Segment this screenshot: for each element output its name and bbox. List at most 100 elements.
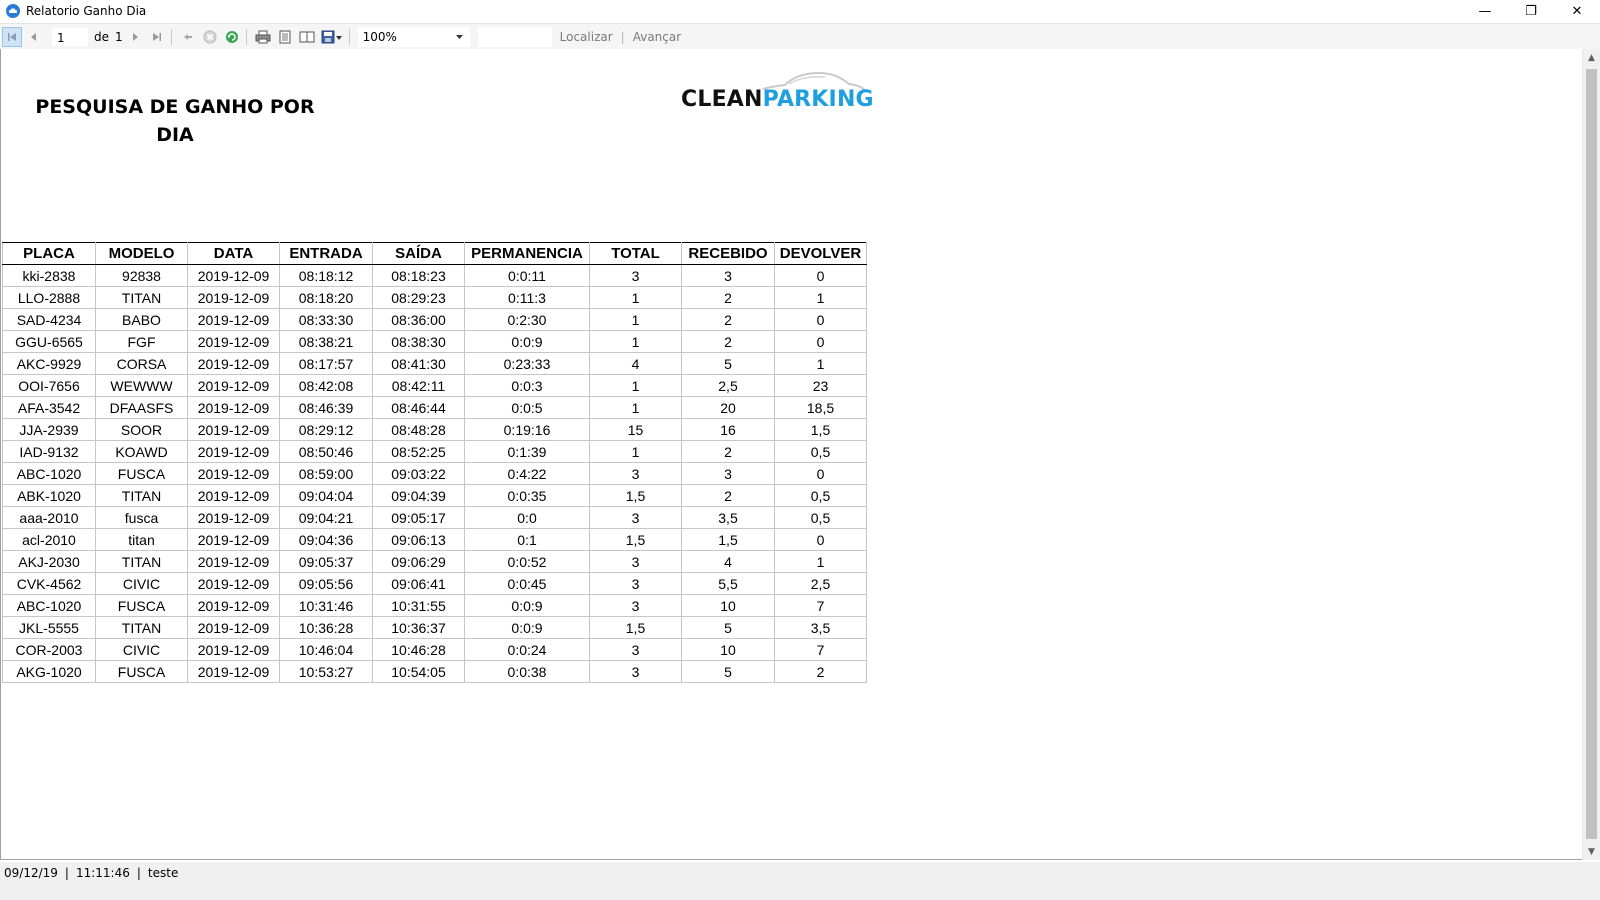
find-next-link[interactable]: Avançar: [633, 30, 681, 44]
link-separator: |: [620, 29, 625, 44]
cell-placa: AKC-9929: [2, 352, 96, 375]
cell-total: 3: [589, 660, 682, 683]
cell-saida: 10:54:05: [372, 660, 465, 683]
toolbar-separator: [170, 28, 172, 45]
cell-saida: 08:46:44: [372, 396, 465, 419]
logo-text-clean: CLEAN: [681, 87, 763, 112]
cell-data: 2019-12-09: [187, 374, 280, 397]
cell-placa: JJA-2939: [2, 418, 96, 441]
title-bar: Relatorio Ganho Dia — ❐ ✕: [0, 0, 1600, 22]
table-row: ABC-1020 FUSCA 2019-12-09 10:31:46 10:31:55 0…: [2, 594, 867, 617]
status-user: teste: [147, 866, 179, 880]
scrollbar-thumb[interactable]: [1586, 69, 1597, 839]
cell-total: 15: [589, 418, 682, 441]
page-number-input[interactable]: 1: [52, 27, 88, 46]
cell-placa: acl-2010: [2, 528, 96, 551]
cell-recebido: 2: [681, 484, 775, 507]
maximize-button[interactable]: ❐: [1508, 0, 1554, 22]
cell-modelo: TITAN: [95, 286, 188, 309]
cell-devolver: 0,5: [774, 506, 867, 529]
cell-data: 2019-12-09: [187, 638, 280, 661]
chevron-down-icon: [455, 34, 463, 39]
cell-entrada: 09:05:37: [279, 550, 373, 573]
cell-devolver: 1: [774, 352, 867, 375]
report-toolbar: 1 de 1 100% Localizar | Avançar: [0, 23, 1600, 50]
table-body: kki-2838 92838 2019-12-09 08:18:12 08:18:23 0…: [2, 264, 867, 683]
zoom-select[interactable]: 100%: [357, 26, 470, 47]
minimize-button[interactable]: —: [1462, 0, 1508, 22]
zoom-value: 100%: [362, 29, 397, 44]
cell-saida: 08:52:25: [372, 440, 465, 463]
clean-parking-logo: CLEANPARKING: [681, 67, 881, 127]
cell-permanencia: 0:1: [464, 528, 590, 551]
cell-total: 3: [589, 638, 682, 661]
cell-data: 2019-12-09: [187, 330, 280, 353]
column-header-data: DATA: [187, 242, 280, 265]
print-layout-icon: [279, 30, 291, 43]
cell-data: 2019-12-09: [187, 286, 280, 309]
refresh-button[interactable]: [222, 27, 242, 47]
cell-recebido: 5: [681, 616, 775, 639]
status-date: 09/12/19: [4, 866, 58, 880]
page-setup-button[interactable]: [297, 27, 317, 47]
table-row: AKG-1020 FUSCA 2019-12-09 10:53:27 10:54:05 0…: [2, 660, 867, 683]
stop-icon: [203, 30, 217, 43]
cell-entrada: 10:53:27: [279, 660, 373, 683]
table-row: GGU-6565 FGF 2019-12-09 08:38:21 08:38:30 0:0…: [2, 330, 867, 353]
stop-button[interactable]: [200, 27, 220, 47]
export-button[interactable]: [319, 27, 345, 47]
cell-saida: 09:06:41: [372, 572, 465, 595]
first-page-button[interactable]: [2, 26, 22, 47]
cell-modelo: FUSCA: [95, 462, 188, 485]
cell-data: 2019-12-09: [187, 264, 280, 287]
cell-modelo: FUSCA: [95, 594, 188, 617]
cell-modelo: BABO: [95, 308, 188, 331]
cell-saida: 08:36:00: [372, 308, 465, 331]
cell-placa: SAD-4234: [2, 308, 96, 331]
close-button[interactable]: ✕: [1554, 0, 1600, 22]
cell-data: 2019-12-09: [187, 506, 280, 529]
cell-recebido: 20: [681, 396, 775, 419]
scroll-down-arrow-icon[interactable]: ▼: [1583, 843, 1600, 860]
cell-modelo: fusca: [95, 506, 188, 529]
find-link[interactable]: Localizar: [560, 30, 613, 44]
cell-modelo: TITAN: [95, 550, 188, 573]
scroll-up-arrow-icon[interactable]: ▲: [1583, 49, 1600, 66]
status-separator: |: [136, 866, 141, 880]
previous-page-button[interactable]: [24, 27, 44, 47]
back-button[interactable]: [178, 27, 198, 47]
cell-placa: AKJ-2030: [2, 550, 96, 573]
cell-entrada: 08:18:12: [279, 264, 373, 287]
cell-saida: 08:29:23: [372, 286, 465, 309]
cell-devolver: 0,5: [774, 440, 867, 463]
vertical-scrollbar[interactable]: ▲ ▼: [1582, 49, 1600, 860]
cell-devolver: 0: [774, 528, 867, 551]
print-button[interactable]: [253, 27, 273, 47]
cell-entrada: 08:42:08: [279, 374, 373, 397]
search-input[interactable]: [477, 26, 552, 47]
print-layout-button[interactable]: [275, 27, 295, 47]
back-icon: [183, 33, 192, 40]
cell-modelo: 92838: [95, 264, 188, 287]
cell-permanencia: 0:0:45: [464, 572, 590, 595]
cell-recebido: 2,5: [681, 374, 775, 397]
table-row: JJA-2939 SOOR 2019-12-09 08:29:12 08:48:28 0:…: [2, 418, 867, 441]
status-bar: 09/12/19 | 11:11:46 | teste: [0, 862, 1600, 900]
cell-placa: kki-2838: [2, 264, 96, 287]
cell-devolver: 2: [774, 660, 867, 683]
table-header-row: PLACA MODELO DATA ENTRADA SAÍDA PERMANENCIA TO…: [2, 242, 867, 265]
cell-recebido: 5: [681, 352, 775, 375]
last-page-button[interactable]: [147, 27, 167, 47]
cell-saida: 08:42:11: [372, 374, 465, 397]
cell-permanencia: 0:0: [464, 506, 590, 529]
cell-permanencia: 0:1:39: [464, 440, 590, 463]
cell-permanencia: 0:23:33: [464, 352, 590, 375]
cell-devolver: 0: [774, 330, 867, 353]
cell-total: 1: [589, 330, 682, 353]
cell-permanencia: 0:4:22: [464, 462, 590, 485]
next-page-button[interactable]: [125, 27, 145, 47]
window-title: Relatorio Ganho Dia: [26, 4, 147, 18]
cell-data: 2019-12-09: [187, 572, 280, 595]
report-viewer-window: Relatorio Ganho Dia — ❐ ✕ 1 de 1 100% Lo…: [0, 0, 1600, 900]
column-header-total: TOTAL: [589, 242, 682, 265]
